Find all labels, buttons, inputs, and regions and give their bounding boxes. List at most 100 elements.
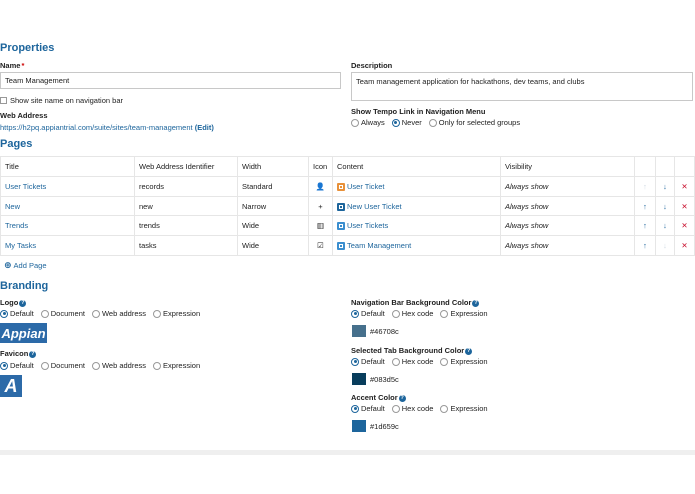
favicon-option-document[interactable]: Document [40, 361, 85, 370]
radio-selected-icon[interactable] [351, 357, 359, 366]
radio-icon[interactable] [440, 404, 449, 413]
move-down-button[interactable]: ↓ [655, 195, 675, 217]
favicon-option-expression[interactable]: Expression [153, 361, 200, 370]
site-name-input[interactable]: Team Management [0, 72, 341, 89]
radio-icon[interactable] [428, 118, 437, 127]
table-row: Trends trends Wide ▥ User Tickets Always show… [0, 215, 695, 237]
radio-icon[interactable] [351, 118, 359, 127]
option-label: Web address [101, 309, 147, 318]
option-label: Document [50, 309, 85, 318]
move-down-button[interactable]: ↓ [655, 176, 675, 197]
page-content-link[interactable]: User Ticket [347, 182, 385, 191]
selected-tab-option-expression[interactable]: Expression [440, 357, 488, 366]
delete-page-button[interactable]: ✕ [674, 235, 695, 256]
radio-selected-icon[interactable] [351, 404, 359, 413]
tempo-option-never[interactable]: Never [391, 118, 422, 127]
help-icon[interactable]: ? [19, 299, 27, 307]
add-page-button[interactable]: ⊕ Add Page [4, 260, 47, 271]
radio-icon[interactable] [440, 309, 449, 318]
arrow-down-icon: ↓ [663, 181, 667, 191]
selected-tab-color-swatch [352, 373, 366, 385]
record-type-icon [337, 182, 345, 191]
radio-icon[interactable] [40, 361, 49, 370]
radio-selected-icon[interactable] [0, 361, 8, 370]
plus-icon: + [318, 201, 323, 211]
delete-page-button[interactable]: ✕ [674, 215, 695, 237]
logo-option-default[interactable]: Default [0, 309, 34, 318]
move-down-button[interactable]: ↓ [655, 235, 675, 256]
page-content-link[interactable]: New User Ticket [347, 202, 402, 211]
move-up-button[interactable]: ↑ [634, 195, 656, 217]
delete-page-button[interactable]: ✕ [674, 195, 695, 217]
page-title-cell: User Tickets [0, 176, 135, 197]
accent-option-hex[interactable]: Hex code [391, 404, 433, 413]
accent-color-swatch [352, 420, 366, 432]
page-title-link[interactable]: User Tickets [5, 182, 46, 191]
logo-option-expression[interactable]: Expression [153, 309, 200, 318]
option-label: Web address [101, 361, 147, 370]
help-icon[interactable]: ? [465, 347, 473, 355]
logo-option-web-address[interactable]: Web address [91, 309, 147, 318]
page-title-link[interactable]: Trends [5, 221, 28, 230]
table-row: My Tasks tasks Wide ☑ Team Management Always … [0, 235, 695, 256]
favicon-option-web-address[interactable]: Web address [91, 361, 147, 370]
radio-selected-icon[interactable] [351, 309, 359, 318]
accent-option-default[interactable]: Default [351, 404, 385, 413]
radio-icon[interactable] [153, 361, 162, 370]
move-up-button[interactable]: ↑ [634, 176, 656, 197]
selected-tab-option-hex[interactable]: Hex code [391, 357, 433, 366]
radio-icon[interactable] [440, 357, 449, 366]
move-up-button[interactable]: ↑ [634, 215, 656, 237]
move-down-button[interactable]: ↓ [655, 215, 675, 237]
radio-icon[interactable] [91, 361, 100, 370]
arrow-up-icon: ↑ [643, 201, 647, 211]
show-site-name-option[interactable]: Show site name on navigation bar [0, 96, 123, 105]
option-label: Default [10, 309, 34, 318]
logo-option-document[interactable]: Document [40, 309, 85, 318]
nav-bg-option-default[interactable]: Default [351, 309, 385, 318]
radio-selected-icon[interactable] [0, 309, 8, 318]
radio-icon[interactable] [391, 357, 400, 366]
option-label: Default [361, 357, 385, 366]
radio-icon[interactable] [153, 309, 162, 318]
help-icon[interactable]: ? [472, 299, 480, 307]
page-title-link[interactable]: My Tasks [5, 241, 36, 250]
show-site-name-checkbox[interactable] [0, 97, 7, 104]
favicon-source-options: Default Document Web address Expression [0, 361, 204, 370]
accent-option-expression[interactable]: Expression [440, 404, 488, 413]
page-content-link[interactable]: User Tickets [347, 221, 388, 230]
description-textarea[interactable]: Team management application for hackatho… [351, 72, 693, 101]
favicon-option-default[interactable]: Default [0, 361, 34, 370]
nav-bg-option-expression[interactable]: Expression [440, 309, 488, 318]
tempo-option-selected-groups[interactable]: Only for selected groups [428, 118, 520, 127]
arrow-down-icon: ↓ [663, 240, 667, 250]
nav-bg-color-options: Default Hex code Expression [351, 309, 492, 318]
page-title-link[interactable]: New [5, 202, 20, 211]
delete-page-button[interactable]: ✕ [674, 176, 695, 197]
help-icon[interactable]: ? [398, 394, 406, 402]
web-address-link[interactable]: https://h2pq.appiantrial.com/suite/sites… [0, 123, 193, 132]
close-icon: ✕ [681, 181, 688, 191]
radio-icon[interactable] [391, 404, 400, 413]
page-icon-cell: ☑ [308, 235, 333, 256]
radio-icon[interactable] [40, 309, 49, 318]
tempo-option-label: Always [361, 118, 385, 127]
radio-selected-icon[interactable] [391, 118, 400, 127]
tempo-option-always[interactable]: Always [351, 118, 385, 127]
accent-color-hex: #1d659c [370, 421, 399, 431]
footer-divider [0, 450, 695, 455]
logo-source-options: Default Document Web address Expression [0, 309, 204, 318]
radio-icon[interactable] [91, 309, 100, 318]
report-type-icon [337, 222, 345, 231]
nav-bg-option-hex[interactable]: Hex code [391, 309, 433, 318]
move-up-button[interactable]: ↑ [634, 235, 656, 256]
selected-tab-option-default[interactable]: Default [351, 357, 385, 366]
user-icon: 👤 [315, 181, 326, 191]
page-content-link[interactable]: Team Management [347, 241, 411, 250]
logo-label-text: Logo [0, 298, 19, 307]
edit-web-address-link[interactable]: (Edit) [195, 123, 214, 132]
nav-bg-color-label-text: Navigation Bar Background Color [351, 298, 472, 307]
tempo-link-label: Show Tempo Link in Navigation Menu [351, 107, 486, 116]
help-icon[interactable]: ? [29, 350, 37, 358]
radio-icon[interactable] [391, 309, 400, 318]
